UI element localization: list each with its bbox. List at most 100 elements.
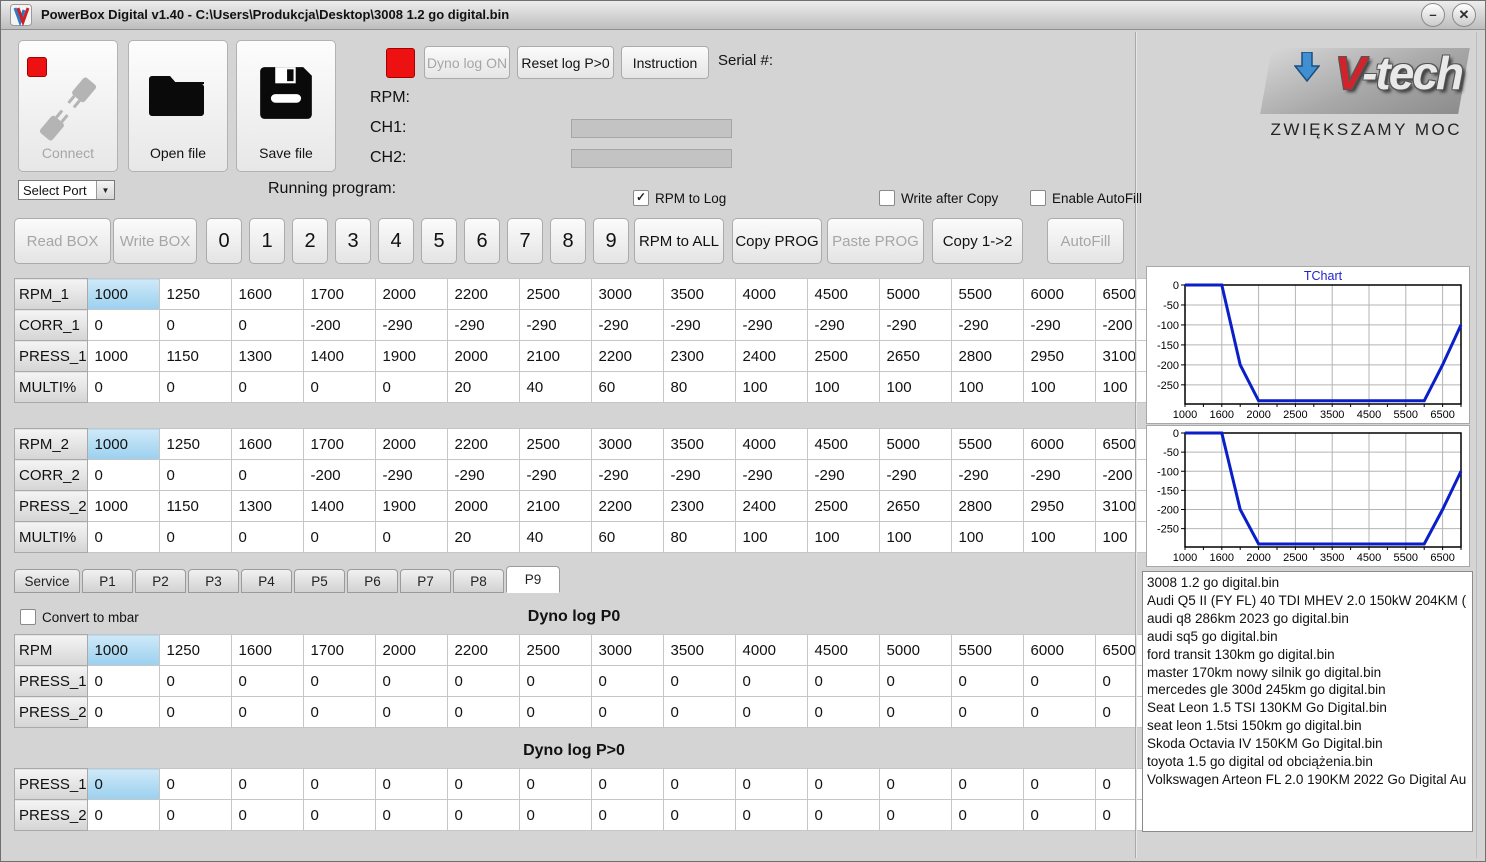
cell[interactable]: 1000 <box>86 634 160 666</box>
cell[interactable]: 2100 <box>518 340 592 372</box>
cell[interactable]: 6000 <box>1022 634 1096 666</box>
cell[interactable]: 0 <box>374 665 448 697</box>
cell[interactable]: 1700 <box>302 634 376 666</box>
cell[interactable]: 0 <box>374 696 448 728</box>
cell[interactable]: 0 <box>950 768 1024 800</box>
cell[interactable]: 0 <box>806 696 880 728</box>
file-list-item[interactable]: ford transit 130km go digital.bin <box>1147 646 1468 664</box>
tab-p2[interactable]: P2 <box>135 569 186 593</box>
cell[interactable]: 0 <box>1022 799 1096 831</box>
cell[interactable]: 2800 <box>950 490 1024 522</box>
cell[interactable]: 100 <box>734 371 808 403</box>
cell[interactable]: -290 <box>878 309 952 341</box>
cell[interactable]: 3000 <box>590 428 664 460</box>
cell[interactable]: 0 <box>230 665 304 697</box>
tab-p3[interactable]: P3 <box>188 569 239 593</box>
cell[interactable]: 2000 <box>446 340 520 372</box>
cell[interactable]: 0 <box>302 371 376 403</box>
cell[interactable]: 0 <box>662 665 736 697</box>
cell[interactable]: 0 <box>734 696 808 728</box>
cell[interactable]: -290 <box>662 309 736 341</box>
checkbox-box[interactable]: ✓ <box>633 190 649 206</box>
cell[interactable]: 2500 <box>806 490 880 522</box>
cell[interactable]: 1300 <box>230 340 304 372</box>
cell[interactable]: 2200 <box>590 490 664 522</box>
cell[interactable]: 2400 <box>734 340 808 372</box>
rpm-to-all-button[interactable]: RPM to ALL <box>634 218 724 264</box>
cell[interactable]: 0 <box>230 768 304 800</box>
cell[interactable]: 0 <box>158 309 232 341</box>
cell[interactable]: 0 <box>86 768 160 800</box>
cell[interactable]: -290 <box>1022 459 1096 491</box>
read-box-button[interactable]: Read BOX <box>14 218 111 264</box>
cell[interactable]: 2400 <box>734 490 808 522</box>
cell[interactable]: -290 <box>734 459 808 491</box>
cell[interactable]: 0 <box>230 309 304 341</box>
cell[interactable]: -290 <box>734 309 808 341</box>
cell[interactable]: 5500 <box>950 634 1024 666</box>
cell[interactable]: -290 <box>950 459 1024 491</box>
cell[interactable]: 2500 <box>518 428 592 460</box>
cell[interactable]: 2000 <box>374 428 448 460</box>
cell[interactable]: 2200 <box>590 340 664 372</box>
cell[interactable]: 0 <box>86 309 160 341</box>
cell[interactable]: 1900 <box>374 490 448 522</box>
cell[interactable]: 5000 <box>878 278 952 310</box>
cell[interactable]: -290 <box>446 459 520 491</box>
cell[interactable]: 100 <box>950 521 1024 553</box>
cell[interactable]: 5500 <box>950 278 1024 310</box>
cell[interactable]: 0 <box>374 521 448 553</box>
cell[interactable]: -290 <box>662 459 736 491</box>
cell[interactable]: 4500 <box>806 428 880 460</box>
cell[interactable]: 0 <box>590 768 664 800</box>
program-button-8[interactable]: 8 <box>550 218 586 264</box>
cell[interactable]: 3000 <box>590 634 664 666</box>
open-file-button[interactable]: Open file <box>128 40 228 172</box>
cell[interactable]: 2000 <box>374 634 448 666</box>
cell[interactable]: 0 <box>734 768 808 800</box>
cell[interactable]: 100 <box>878 371 952 403</box>
cell[interactable]: 1250 <box>158 278 232 310</box>
cell[interactable]: 1000 <box>86 428 160 460</box>
cell[interactable]: 0 <box>734 799 808 831</box>
cell[interactable]: 0 <box>662 768 736 800</box>
minimize-button[interactable]: – <box>1421 2 1445 27</box>
cell[interactable]: 1400 <box>302 490 376 522</box>
dyno-log-on-button[interactable]: Dyno log ON <box>424 46 510 79</box>
cell[interactable]: 1900 <box>374 340 448 372</box>
cell[interactable]: 1300 <box>230 490 304 522</box>
cell[interactable]: 60 <box>590 371 664 403</box>
cell[interactable]: -290 <box>1022 309 1096 341</box>
cell[interactable]: -290 <box>374 309 448 341</box>
cell[interactable]: 100 <box>806 371 880 403</box>
cell[interactable]: 0 <box>734 665 808 697</box>
paste-prog-button[interactable]: Paste PROG <box>827 218 924 264</box>
cell[interactable]: 1600 <box>230 634 304 666</box>
cell[interactable]: 0 <box>86 459 160 491</box>
cell[interactable]: 0 <box>302 665 376 697</box>
cell[interactable]: 4000 <box>734 278 808 310</box>
cell[interactable]: 0 <box>446 768 520 800</box>
copy-prog-button[interactable]: Copy PROG <box>732 218 822 264</box>
cell[interactable]: -290 <box>950 309 1024 341</box>
cell[interactable]: 0 <box>878 799 952 831</box>
program-button-0[interactable]: 0 <box>206 218 242 264</box>
cell[interactable]: 0 <box>302 799 376 831</box>
cell[interactable]: 0 <box>590 665 664 697</box>
cell[interactable]: 1000 <box>86 340 160 372</box>
cell[interactable]: 2650 <box>878 340 952 372</box>
cell[interactable]: 0 <box>302 768 376 800</box>
cell[interactable]: 1700 <box>302 428 376 460</box>
cell[interactable]: 40 <box>518 371 592 403</box>
cell[interactable]: 0 <box>230 459 304 491</box>
cell[interactable]: 2950 <box>1022 490 1096 522</box>
program-button-7[interactable]: 7 <box>507 218 543 264</box>
cell[interactable]: 4000 <box>734 634 808 666</box>
copy-1-to-2-button[interactable]: Copy 1->2 <box>932 218 1023 264</box>
cell[interactable]: 1600 <box>230 428 304 460</box>
cell[interactable]: 0 <box>806 799 880 831</box>
cell[interactable]: 40 <box>518 521 592 553</box>
cell[interactable]: 1150 <box>158 490 232 522</box>
cell[interactable]: 0 <box>806 768 880 800</box>
cell[interactable]: 0 <box>878 696 952 728</box>
